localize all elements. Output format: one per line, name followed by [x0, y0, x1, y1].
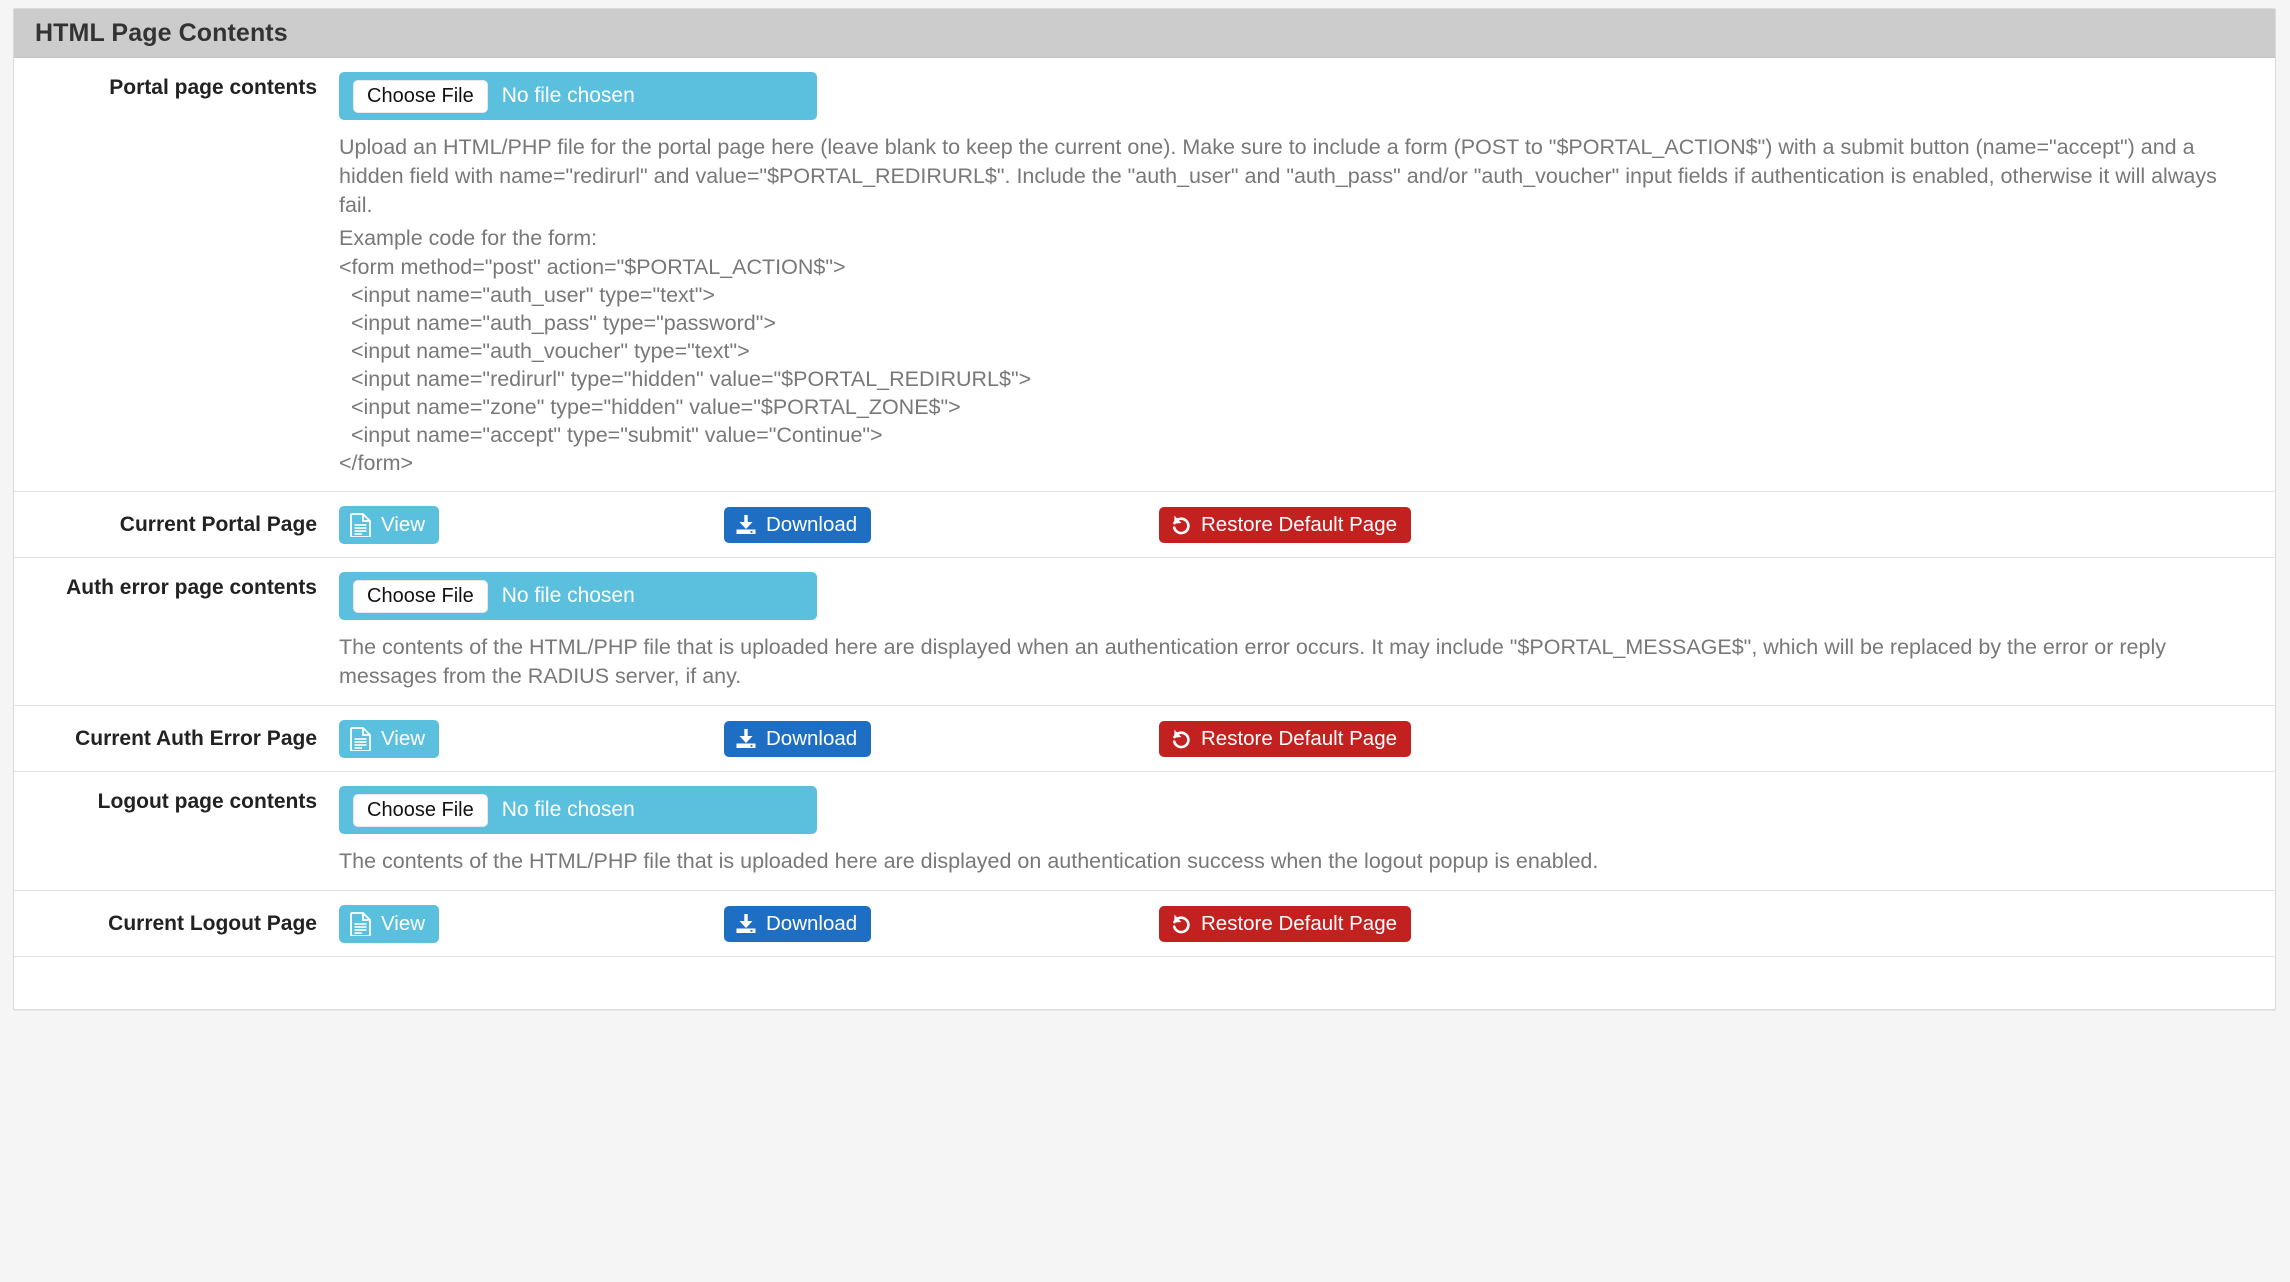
file-status-text: No file chosen: [501, 84, 635, 107]
field-current-logout-page: View Download Restore Default Page: [339, 891, 2275, 956]
row-auth-error-page-contents: Auth error page contents Choose File No …: [14, 558, 2275, 707]
file-document-icon: [350, 727, 372, 751]
panel-header: HTML Page Contents: [14, 9, 2275, 58]
restore-button-wrap: Restore Default Page: [1159, 905, 1412, 942]
logout-page-file-input[interactable]: Choose File No file chosen: [339, 786, 817, 835]
row-current-logout-page: Current Logout Page View Download Restor…: [14, 891, 2275, 958]
download-button-label: Download: [766, 726, 858, 750]
restore-logout-page-button[interactable]: Restore Default Page: [1159, 905, 1412, 942]
auth-error-page-file-input[interactable]: Choose File No file chosen: [339, 572, 817, 621]
download-button-label: Download: [766, 911, 858, 935]
view-button-label: View: [381, 726, 426, 750]
row-footer-spacer: [14, 957, 2275, 1009]
page-title: HTML Page Contents: [35, 18, 288, 47]
undo-rotate-left-icon: [1170, 913, 1192, 935]
undo-rotate-left-icon: [1170, 514, 1192, 536]
download-button-wrap: Download: [724, 905, 1159, 942]
row-current-portal-page: Current Portal Page View Download Restor…: [14, 492, 2275, 559]
label-logout-page-contents: Logout page contents: [97, 790, 317, 814]
download-button-label: Download: [766, 512, 858, 536]
portal-page-example-code: <form method="post" action="$PORTAL_ACTI…: [339, 255, 1032, 476]
file-status-text: No file chosen: [501, 798, 635, 822]
html-page-contents-panel: HTML Page Contents Portal page contents …: [13, 8, 2276, 1011]
portal-page-help-text: Upload an HTML/PHP file for the portal p…: [339, 135, 2217, 218]
restore-button-label: Restore Default Page: [1201, 911, 1398, 935]
label-current-portal-page: Current Portal Page: [119, 512, 317, 536]
view-button-label: View: [381, 512, 426, 536]
download-logout-page-button[interactable]: Download: [724, 905, 872, 942]
label-current-auth-error-page: Current Auth Error Page: [75, 726, 317, 750]
undo-rotate-left-icon: [1170, 728, 1192, 750]
footer-spacer-field: [339, 957, 2275, 1009]
view-logout-page-button[interactable]: View: [339, 904, 440, 943]
view-auth-error-page-button[interactable]: View: [339, 719, 440, 758]
download-portal-page-button[interactable]: Download: [724, 506, 872, 543]
restore-auth-error-page-button[interactable]: Restore Default Page: [1159, 720, 1412, 757]
download-auth-error-page-button[interactable]: Download: [724, 720, 872, 757]
view-portal-page-button[interactable]: View: [339, 505, 440, 544]
field-current-auth-error-page: View Download Restore Default Page: [339, 706, 2275, 771]
field-portal-page-contents: Choose File No file chosen Upload an HTM…: [339, 58, 2275, 491]
download-button-wrap: Download: [724, 506, 1159, 543]
restore-button-label: Restore Default Page: [1201, 726, 1398, 750]
field-current-portal-page: View Download Restore Default Page: [339, 492, 2275, 557]
choose-file-button[interactable]: Choose File: [353, 793, 488, 827]
restore-button-wrap: Restore Default Page: [1159, 506, 1412, 543]
download-button-wrap: Download: [724, 720, 1159, 757]
view-button-wrap: View: [339, 719, 724, 758]
file-status-text: No file chosen: [501, 584, 635, 608]
label-current-logout-page: Current Logout Page: [108, 911, 317, 935]
label-auth-error-page-contents: Auth error page contents: [66, 576, 317, 600]
download-icon: [735, 728, 757, 750]
auth-error-page-help-text: The contents of the HTML/PHP file that i…: [339, 635, 2166, 689]
portal-page-file-input[interactable]: Choose File No file chosen: [339, 72, 817, 120]
row-current-auth-error-page: Current Auth Error Page View Download Re…: [14, 706, 2275, 773]
download-icon: [735, 514, 757, 536]
restore-button-label: Restore Default Page: [1201, 512, 1398, 536]
row-portal-page-contents: Portal page contents Choose File No file…: [14, 58, 2275, 493]
field-auth-error-page-contents: Choose File No file chosen The contents …: [339, 558, 2275, 705]
view-button-label: View: [381, 911, 426, 935]
choose-file-button[interactable]: Choose File: [353, 579, 488, 613]
portal-page-example-heading: Example code for the form:: [339, 226, 598, 251]
row-logout-page-contents: Logout page contents Choose File No file…: [14, 772, 2275, 892]
field-logout-page-contents: Choose File No file chosen The contents …: [339, 772, 2275, 890]
file-document-icon: [350, 513, 372, 537]
view-button-wrap: View: [339, 505, 724, 544]
restore-button-wrap: Restore Default Page: [1159, 720, 1412, 757]
file-document-icon: [350, 912, 372, 936]
panel-body: Portal page contents Choose File No file…: [14, 58, 2275, 1009]
footer-spacer-label: [14, 957, 339, 1009]
restore-portal-page-button[interactable]: Restore Default Page: [1159, 506, 1412, 543]
choose-file-button[interactable]: Choose File: [353, 79, 488, 113]
logout-page-help-text: The contents of the HTML/PHP file that i…: [339, 849, 1599, 874]
view-button-wrap: View: [339, 904, 724, 943]
download-icon: [735, 913, 757, 935]
label-portal-page-contents: Portal page contents: [109, 76, 317, 99]
